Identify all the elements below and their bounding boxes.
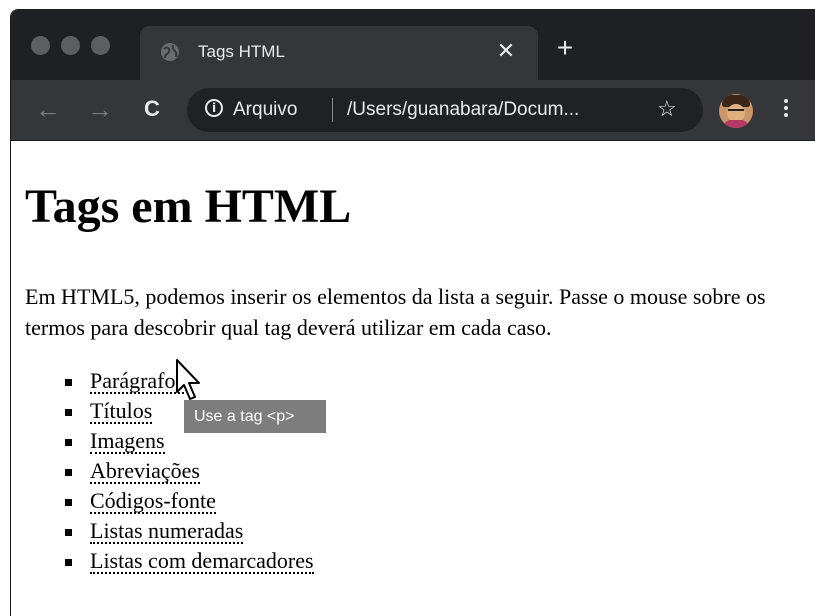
info-icon[interactable]: i (205, 99, 223, 117)
zoom-window-button[interactable] (91, 36, 110, 55)
minimize-window-button[interactable] (61, 36, 80, 55)
bookmark-star-icon[interactable]: ☆ (657, 96, 677, 122)
address-bar[interactable]: i Arquivo /Users/guanabara/Docum... ☆ (187, 88, 703, 132)
list-item[interactable]: Listas numeradas (65, 516, 314, 546)
new-tab-icon[interactable]: + (552, 34, 578, 62)
close-tab-icon[interactable]: ✕ (494, 38, 518, 64)
list-item[interactable]: Códigos-fonte (65, 486, 314, 516)
security-label: Arquivo (233, 99, 298, 120)
list-item-label[interactable]: Parágrafos (90, 370, 185, 394)
address-separator (332, 98, 333, 122)
page-content: Tags em HTML Em HTML5, podemos inserir o… (11, 141, 815, 616)
forward-arrow-icon[interactable]: → (85, 94, 115, 124)
reload-icon[interactable]: C (137, 94, 167, 124)
intro-paragraph: Em HTML5, podemos inserir os elementos d… (25, 284, 766, 340)
profile-avatar[interactable] (719, 94, 753, 128)
globe-icon (161, 43, 179, 61)
browser-window: Tags HTML ✕ + ← → C i Arquivo /Users/gua… (10, 9, 815, 616)
url-text[interactable]: /Users/guanabara/Docum... (347, 98, 579, 122)
title-bar: Tags HTML ✕ + (11, 10, 815, 80)
page-heading: Tags em HTML (25, 180, 352, 233)
list-item-label[interactable]: Listas numeradas (90, 520, 244, 544)
mouse-cursor-icon (176, 359, 200, 400)
browser-toolbar: ← → C i Arquivo /Users/guanabara/Docum..… (11, 80, 815, 141)
close-window-button[interactable] (31, 36, 50, 55)
more-menu-icon[interactable] (781, 96, 791, 126)
browser-tab[interactable]: Tags HTML ✕ (140, 26, 538, 80)
list-item-label[interactable]: Imagens (90, 430, 165, 454)
list-item-label[interactable]: Abreviações (90, 460, 200, 484)
list-item[interactable]: Abreviações (65, 456, 314, 486)
list-item-label[interactable]: Listas com demarcadores (90, 550, 314, 574)
list-item-label[interactable]: Códigos-fonte (90, 490, 216, 514)
back-arrow-icon[interactable]: ← (33, 94, 63, 124)
tab-title: Tags HTML (198, 42, 285, 61)
list-item-label[interactable]: Títulos (90, 400, 153, 424)
list-item[interactable]: Listas com demarcadores (65, 546, 314, 576)
tooltip: Use a tag <p> (184, 400, 326, 433)
